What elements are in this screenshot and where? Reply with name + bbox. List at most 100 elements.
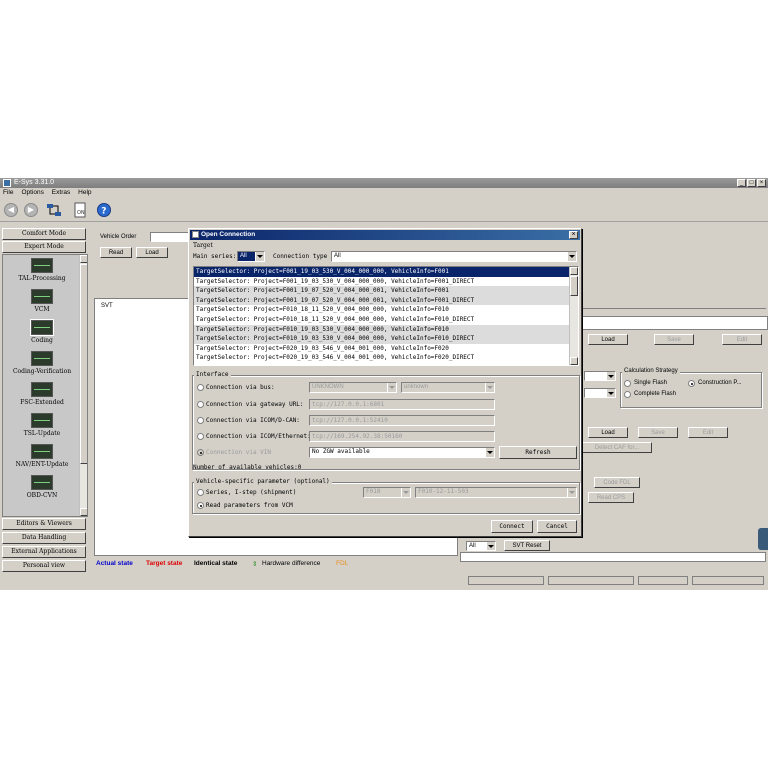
via-gateway-label: Connection via gateway URL:: [206, 401, 304, 408]
menu-help[interactable]: Help: [75, 188, 94, 198]
vin-combo[interactable]: No ZGW available: [309, 447, 495, 458]
sidebar-personal-view[interactable]: Personal view: [2, 560, 86, 572]
menu-extras[interactable]: Extras: [49, 188, 73, 198]
via-vin-label: Connection via VIN: [206, 449, 272, 456]
read-vehicle-order-button[interactable]: Read: [100, 247, 132, 258]
target-list-item[interactable]: TargetSelector: Project=F020_19_03_546_V…: [194, 353, 578, 363]
series-istep-radio[interactable]: [197, 489, 204, 496]
load-vehicle-order-button[interactable]: Load: [136, 247, 168, 258]
scroll-thumb[interactable]: [80, 264, 87, 464]
detect-caf-button[interactable]: Detect CAF for...: [582, 442, 652, 453]
vehicle-order-label: Vehicle Order: [100, 234, 137, 240]
right-combo-2[interactable]: [584, 388, 616, 398]
target-list-item[interactable]: TargetSelector: Project=F020_19_03_546_V…: [194, 344, 578, 354]
cancel-button[interactable]: Cancel: [537, 520, 577, 533]
target-list-item[interactable]: TargetSelector: Project=F001_19_03_530_V…: [194, 267, 578, 277]
help-icon[interactable]: ?: [96, 202, 112, 218]
tool-tsl-update[interactable]: TSL-Update: [3, 413, 81, 443]
ethernet-url-field[interactable]: tcp://169.254.92.38:50160: [309, 431, 495, 442]
series-combo[interactable]: F018: [363, 487, 411, 498]
close-window-button[interactable]: ×: [757, 179, 766, 187]
dcan-url-field[interactable]: tcp://127.0.0.1:52410: [309, 415, 495, 426]
bus-variant-combo[interactable]: unknown: [401, 382, 495, 393]
scroll-up-arrow-icon[interactable]: [80, 255, 87, 263]
side-tab-handle[interactable]: [758, 528, 768, 550]
tool-nav-ent-update[interactable]: NAV/ENT-Update: [3, 444, 81, 474]
via-bus-radio[interactable]: [197, 384, 204, 391]
oscilloscope-icon: [31, 351, 53, 366]
complete-flash-label: Complete Flash: [634, 391, 677, 397]
menu-bar: File Options Extras Help: [0, 188, 768, 198]
connect-button[interactable]: Connect: [491, 520, 533, 533]
connection-type-combo[interactable]: All: [331, 251, 577, 262]
vehicle-order-field[interactable]: [150, 232, 190, 242]
target-list-item[interactable]: TargetSelector: Project=F001_19_07_520_V…: [194, 286, 578, 296]
target-list-item[interactable]: TargetSelector: Project=F001_19_07_520_V…: [194, 295, 578, 306]
via-ethernet-radio[interactable]: [197, 433, 204, 440]
scroll-up-arrow-icon[interactable]: [570, 267, 578, 275]
right-combo-1[interactable]: [584, 371, 616, 381]
svt-filter-combo[interactable]: All: [466, 541, 496, 551]
tool-coding[interactable]: Coding: [3, 319, 81, 350]
target-list-item[interactable]: TargetSelector: Project=F010_18_11_520_V…: [194, 305, 578, 315]
target-list-item[interactable]: TargetSelector: Project=F010_19_03_530_V…: [194, 334, 578, 344]
disconnect-document-icon[interactable]: ON: [72, 202, 88, 218]
window-titlebar: E-Sys 3.31.0 _ □ ×: [0, 178, 768, 188]
istep-combo[interactable]: F010-12-11-503: [415, 487, 577, 498]
network-connect-icon[interactable]: [46, 202, 62, 218]
code-fdl-button[interactable]: Code FDL: [594, 477, 640, 488]
sidebar-expert-mode[interactable]: Expert Mode: [2, 241, 86, 253]
sidebar-comfort-mode[interactable]: Comfort Mode: [2, 228, 86, 240]
tool-fsc-extended[interactable]: FSC-Extended: [3, 382, 81, 412]
gateway-url-field[interactable]: tcp://127.0.0.1:6801: [309, 399, 495, 410]
menu-file[interactable]: File: [0, 188, 16, 198]
target-list-item[interactable]: TargetSelector: Project=F010_19_03_530_V…: [194, 324, 578, 335]
tool-coding-verification[interactable]: Coding-Verification: [3, 351, 81, 381]
refresh-button[interactable]: Refresh: [499, 446, 577, 459]
target-list-scrollbar[interactable]: [569, 267, 578, 365]
right-edit-button[interactable]: Edit: [722, 334, 762, 345]
back-arrow-icon[interactable]: ◀: [4, 203, 18, 217]
tool-obd-cvn[interactable]: OBD-CVN: [3, 475, 81, 505]
sidebar-external-applications[interactable]: External Applications: [2, 546, 86, 558]
read-cps-button[interactable]: Read CPS: [588, 492, 634, 503]
main-series-combo[interactable]: All: [237, 251, 265, 262]
target-selector-list[interactable]: TargetSelector: Project=F001_19_03_530_V…: [193, 266, 579, 366]
scroll-thumb[interactable]: [570, 276, 578, 296]
status-bar: [460, 576, 766, 586]
read-from-vcm-radio[interactable]: [197, 502, 204, 509]
complete-flash-radio[interactable]: [624, 391, 631, 398]
bus-type-combo[interactable]: UNKNOWN: [309, 382, 397, 393]
via-gateway-radio[interactable]: [197, 401, 204, 408]
oscilloscope-icon: [31, 258, 53, 273]
right-save-button-2[interactable]: Save: [638, 427, 678, 438]
legend-fdl: FDL: [336, 560, 349, 567]
tool-tal-processing[interactable]: TAL-Processing: [3, 258, 81, 288]
sidebar-data-handling[interactable]: Data Handling: [2, 532, 86, 544]
scroll-down-arrow-icon[interactable]: [80, 508, 87, 516]
right-save-button[interactable]: Save: [654, 334, 694, 345]
maximize-button[interactable]: □: [747, 179, 756, 187]
single-flash-radio[interactable]: [624, 380, 631, 387]
right-load-button-2[interactable]: Load: [588, 427, 628, 438]
oscilloscope-icon: [31, 413, 53, 428]
target-group-title: Target: [193, 242, 213, 249]
tool-panel-scrollbar[interactable]: [79, 255, 87, 516]
minimize-button[interactable]: _: [737, 179, 746, 187]
right-edit-button-2[interactable]: Edit: [688, 427, 728, 438]
target-list-item[interactable]: TargetSelector: Project=F010_18_11_520_V…: [194, 315, 578, 325]
dialog-close-icon[interactable]: ×: [569, 231, 578, 239]
tool-vcm[interactable]: VCM: [3, 289, 81, 319]
available-vehicles-count: Number of available vehicles:0: [193, 464, 302, 471]
svt-reset-button[interactable]: SVT Reset: [504, 540, 550, 551]
sidebar-editors-viewers[interactable]: Editors & Viewers: [2, 518, 86, 530]
menu-options[interactable]: Options: [18, 188, 46, 198]
construction-radio[interactable]: [688, 380, 695, 387]
forward-arrow-icon[interactable]: ▶: [24, 203, 38, 217]
right-load-button[interactable]: Load: [588, 334, 628, 345]
scroll-down-arrow-icon[interactable]: [570, 357, 578, 365]
legend-actual-state: Actual state: [96, 560, 133, 567]
target-list-item[interactable]: TargetSelector: Project=F001_19_03_530_V…: [194, 277, 578, 287]
via-vin-radio[interactable]: [197, 449, 204, 456]
via-dcan-radio[interactable]: [197, 417, 204, 424]
